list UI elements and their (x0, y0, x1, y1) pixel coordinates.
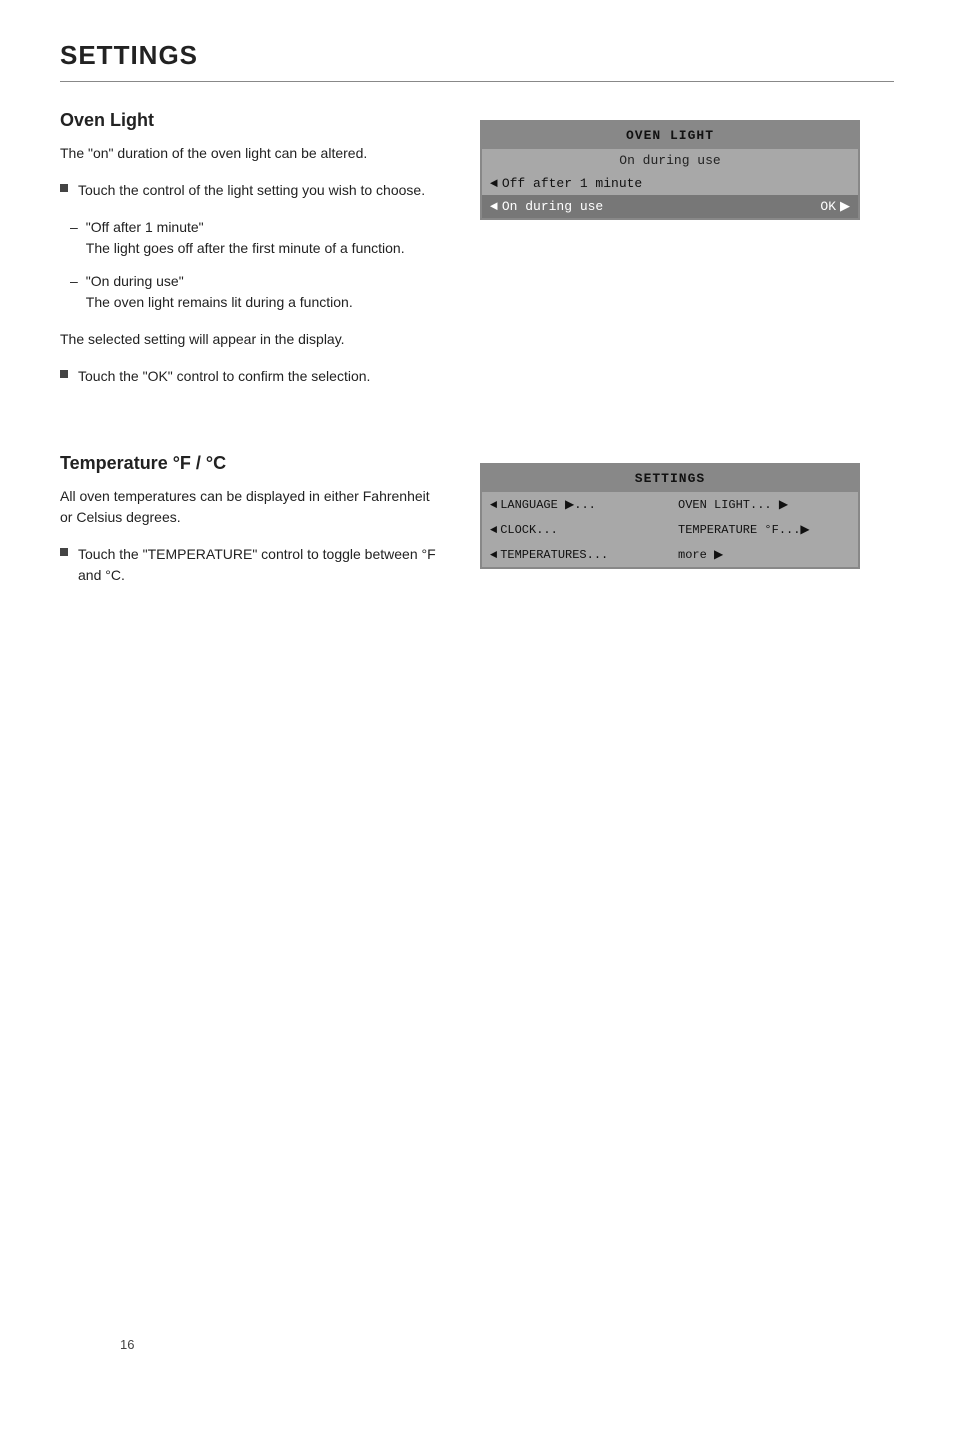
dash1-desc: The light goes off after the first minut… (86, 238, 405, 259)
temperature-section: Temperature °F / °C All oven temperature… (60, 453, 894, 602)
lcd-cell-oven-light[interactable]: OVEN LIGHT... ▶ (670, 492, 858, 517)
lcd-cell-temperature[interactable]: TEMPERATURE °F...▶ (670, 517, 858, 542)
lcd-cell-more[interactable]: more ▶ (670, 542, 858, 567)
settings-lcd: SETTINGS ◄ LANGUAGE ▶... OVEN LIGHT... ▶… (480, 463, 860, 569)
oven-light-bullet2: Touch the "OK" control to confirm the se… (60, 366, 440, 387)
oven-light-section: Oven Light The "on" duration of the oven… (60, 110, 894, 403)
oven-light-intro: The "on" duration of the oven light can … (60, 143, 440, 164)
oven-light-dash2: "On during use" The oven light remains l… (60, 271, 440, 313)
bullet-icon (60, 184, 68, 192)
ok-button-lcd[interactable]: OK (820, 199, 836, 214)
arrow-right-icon-ok: ▶ (840, 199, 850, 214)
lcd-oven-light-subtitle: On during use (482, 149, 858, 172)
oven-light-dash1: "Off after 1 minute" The light goes off … (60, 217, 440, 259)
arrow-left-icon-2: ◄ (490, 199, 498, 214)
page-title: SETTINGS (60, 40, 894, 71)
dash2-label: "On during use" (86, 271, 353, 292)
arrow-left-temperatures: ◄ (490, 548, 497, 562)
page-number: 16 (120, 1337, 134, 1352)
temperature-intro: All oven temperatures can be displayed i… (60, 486, 440, 528)
dash1-label: "Off after 1 minute" (86, 217, 405, 238)
oven-light-bullets: Touch the control of the light setting y… (60, 180, 440, 201)
arrow-left-language: ◄ (490, 498, 497, 512)
title-divider (60, 81, 894, 82)
oven-light-bullet2-list: Touch the "OK" control to confirm the se… (60, 366, 440, 387)
temperature-heading: Temperature °F / °C (60, 453, 440, 474)
oven-light-heading: Oven Light (60, 110, 440, 131)
lcd-oven-light-title: OVEN LIGHT (482, 122, 858, 149)
lcd-settings-grid: ◄ LANGUAGE ▶... OVEN LIGHT... ▶ ◄ CLOCK.… (482, 492, 858, 567)
oven-light-text: Oven Light The "on" duration of the oven… (60, 110, 440, 403)
bullet-icon-2 (60, 370, 68, 378)
lcd-cell-clock[interactable]: ◄ CLOCK... (482, 517, 670, 542)
temperature-display-area: SETTINGS ◄ LANGUAGE ▶... OVEN LIGHT... ▶… (480, 453, 860, 602)
bullet-icon-3 (60, 548, 68, 556)
lcd-row2-text: On during use (502, 199, 817, 214)
selected-note: The selected setting will appear in the … (60, 329, 440, 350)
oven-light-display-area: OVEN LIGHT On during use ◄ Off after 1 m… (480, 110, 860, 403)
arrow-left-clock: ◄ (490, 523, 497, 537)
temperature-text: Temperature °F / °C All oven temperature… (60, 453, 440, 602)
oven-light-dashes: "Off after 1 minute" The light goes off … (60, 217, 440, 313)
lcd-cell-temperatures[interactable]: ◄ TEMPERATURES... (482, 542, 670, 567)
lcd-row-on-during[interactable]: ◄ On during use OK ▶ (482, 195, 858, 218)
temperature-bullet1: Touch the "TEMPERATURE" control to toggl… (60, 544, 440, 586)
lcd-row1-text: Off after 1 minute (502, 176, 850, 191)
dash2-desc: The oven light remains lit during a func… (86, 292, 353, 313)
lcd-settings-title: SETTINGS (482, 465, 858, 492)
oven-light-lcd: OVEN LIGHT On during use ◄ Off after 1 m… (480, 120, 860, 220)
lcd-cell-language[interactable]: ◄ LANGUAGE ▶... (482, 492, 670, 517)
arrow-left-icon-1: ◄ (490, 176, 498, 191)
temperature-bullets: Touch the "TEMPERATURE" control to toggl… (60, 544, 440, 586)
lcd-row-off-after[interactable]: ◄ Off after 1 minute (482, 172, 858, 195)
oven-light-bullet1: Touch the control of the light setting y… (60, 180, 440, 201)
